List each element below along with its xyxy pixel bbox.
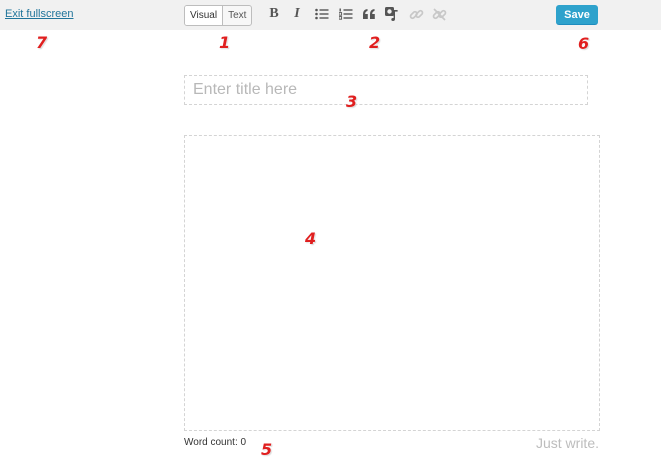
callout-marker-4: 4 — [305, 229, 317, 248]
callout-marker-3: 3 — [346, 92, 358, 111]
tab-visual[interactable]: Visual — [185, 6, 224, 25]
link-icon — [406, 4, 426, 24]
callout-marker-6: 6 — [578, 34, 590, 53]
callout-marker-7: 7 — [36, 33, 48, 52]
tab-text[interactable]: Text — [223, 6, 251, 25]
just-write-tagline: Just write. — [535, 435, 599, 451]
bullet-list-icon[interactable] — [312, 4, 332, 24]
callout-marker-5: 5 — [261, 440, 273, 459]
save-button[interactable]: Save — [556, 5, 598, 25]
numbered-list-icon[interactable] — [336, 4, 356, 24]
insert-media-icon[interactable] — [382, 4, 402, 24]
exit-fullscreen-link[interactable]: Exit fullscreen — [5, 8, 73, 20]
blockquote-icon[interactable] — [359, 4, 379, 24]
bold-icon[interactable]: B — [264, 4, 284, 24]
unlink-icon — [429, 4, 449, 24]
word-count: Word count: 0 — [184, 437, 247, 448]
fullscreen-toolbar: Exit fullscreen Visual Text B I Save — [0, 0, 661, 30]
callout-marker-1: 1 — [219, 33, 231, 52]
editor-mode-switch: Visual Text — [184, 5, 253, 26]
italic-icon[interactable]: I — [287, 4, 307, 24]
content-editor[interactable] — [184, 135, 600, 431]
callout-marker-2: 2 — [369, 33, 381, 52]
title-input[interactable] — [184, 75, 588, 105]
